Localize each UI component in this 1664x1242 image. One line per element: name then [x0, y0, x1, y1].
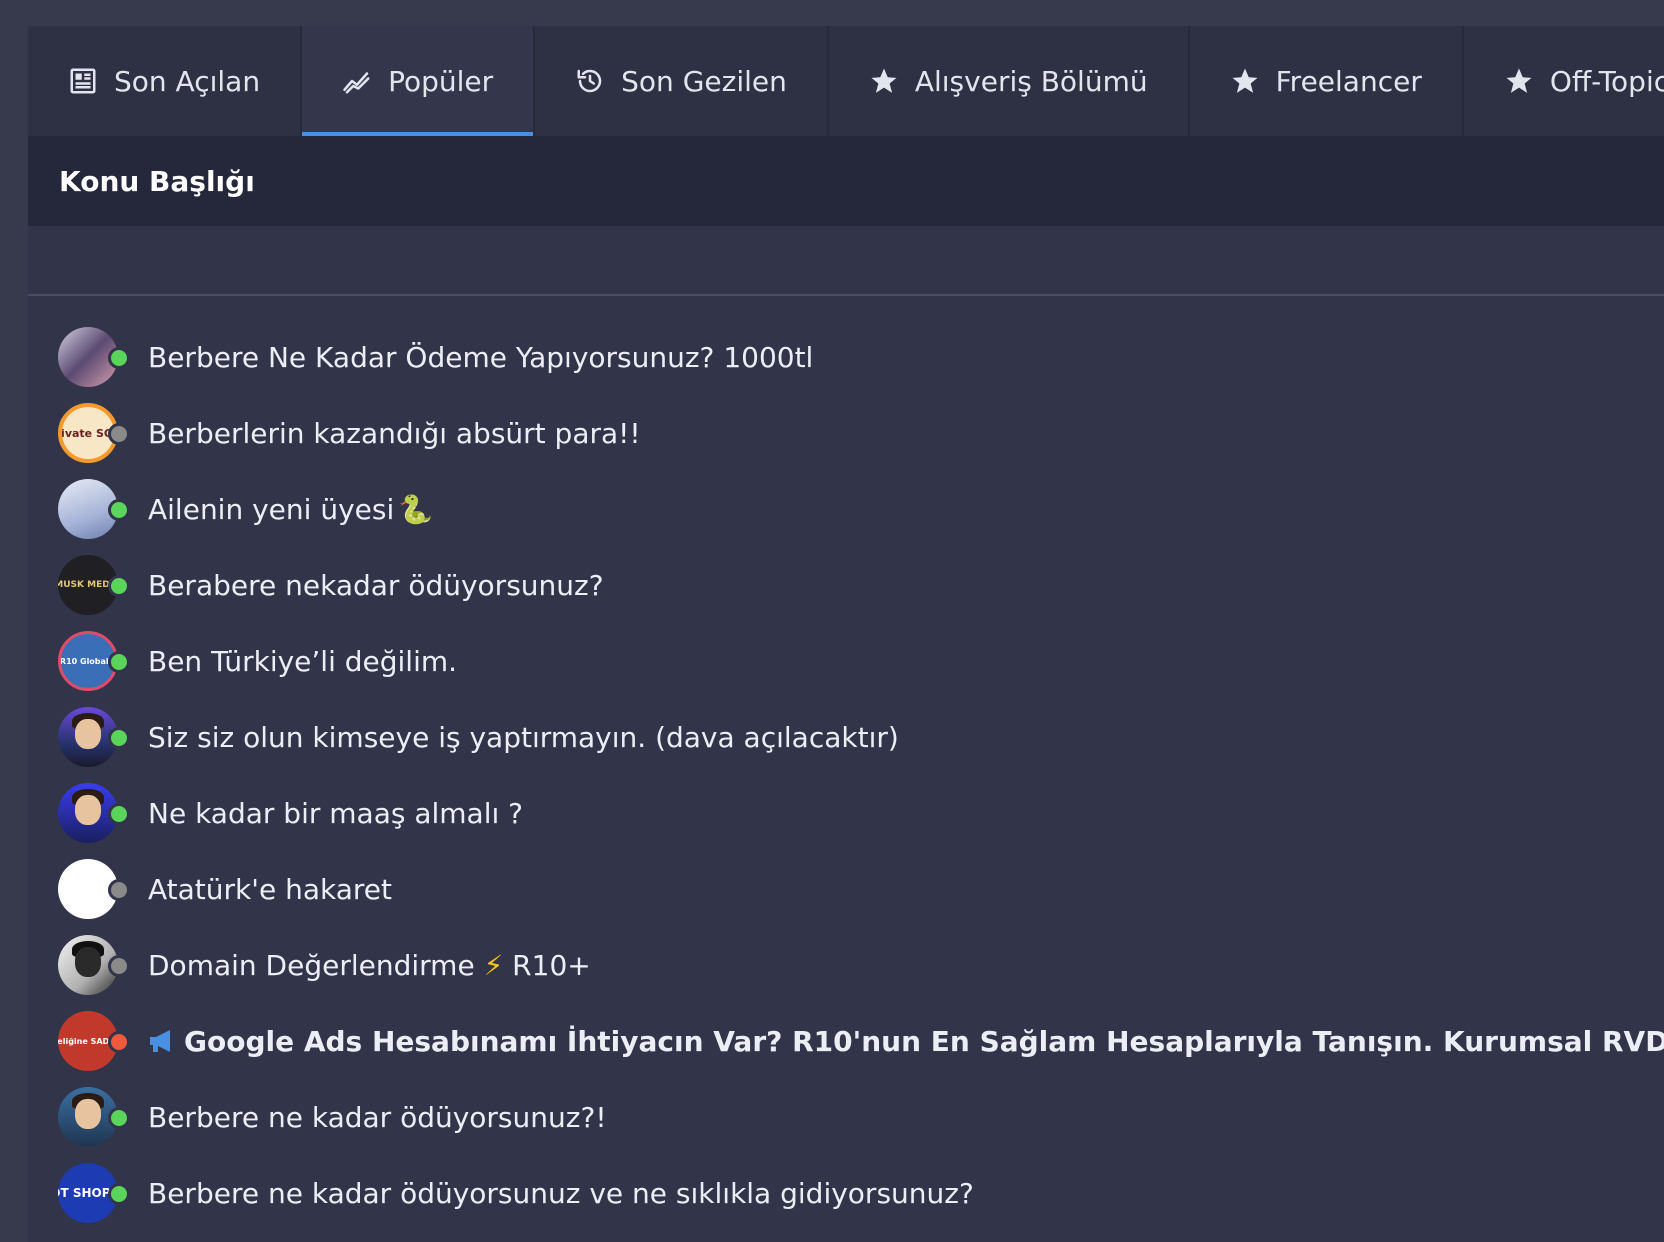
topic-link[interactable]: Ailenin yeni üyesi 🐍 — [148, 493, 433, 526]
avatar[interactable] — [58, 783, 130, 843]
newspaper-icon — [68, 66, 98, 96]
tab-populer[interactable]: Popüler — [302, 26, 536, 136]
list-item[interactable]: MUSK MEDYA Berabere nekadar ödüyorsunuz? — [28, 547, 1664, 623]
column-title: Konu Başlığı — [59, 164, 255, 198]
star-icon — [869, 66, 899, 96]
online-status-dot — [108, 1183, 130, 1205]
avatar[interactable]: Kısa Süreliğine SADECE 400TL — [58, 1011, 130, 1071]
topics-panel: Son Açılan Popüler Son Gezilen Alışveriş… — [28, 26, 1664, 1242]
table-header: Konu Başlığı — [28, 136, 1664, 226]
tab-label: Alışveriş Bölümü — [914, 64, 1148, 98]
avatar[interactable] — [58, 327, 130, 387]
offline-status-dot — [108, 955, 130, 977]
tab-alisveris-bolumu[interactable]: Alışveriş Bölümü — [829, 26, 1190, 136]
snake-emoji: 🐍 — [398, 492, 434, 526]
busy-status-dot — [108, 1031, 130, 1053]
history-icon — [575, 66, 605, 96]
list-item[interactable]: Domain Değerlendirme ⚡ R10+ — [28, 927, 1664, 1003]
online-status-dot — [108, 1107, 130, 1129]
topic-suffix: R10+ — [512, 948, 591, 982]
topic-title: Google Ads Hesabınamı İhtiyacın Var? R10… — [184, 1024, 1664, 1058]
online-status-dot — [108, 651, 130, 673]
tab-bar: Son Açılan Popüler Son Gezilen Alışveriş… — [28, 26, 1664, 136]
avatar[interactable] — [58, 935, 130, 995]
list-item[interactable]: Ailenin yeni üyesi 🐍 — [28, 471, 1664, 547]
online-status-dot — [108, 499, 130, 521]
avatar[interactable] — [58, 707, 130, 767]
avatar-face — [75, 947, 101, 977]
tab-label: Off-Topic — [1549, 64, 1664, 98]
topic-link[interactable]: Berbere Ne Kadar Ödeme Yapıyorsunuz? 100… — [148, 341, 813, 374]
tab-freelancer[interactable]: Freelancer — [1190, 26, 1464, 136]
topic-link[interactable]: Ne kadar bir maaş almalı ? — [148, 797, 523, 830]
topic-link[interactable]: Berberlerin kazandığı absürt para!! — [148, 417, 641, 450]
avatar[interactable] — [58, 479, 130, 539]
tab-son-gezilen[interactable]: Son Gezilen — [535, 26, 829, 136]
avatar-face — [75, 719, 101, 749]
promo-topic-link[interactable]: Google Ads Hesabınamı İhtiyacın Var? R10… — [148, 1025, 1664, 1058]
avatar[interactable]: R10 Globallz — [58, 631, 130, 691]
avatar[interactable] — [58, 1087, 130, 1147]
topic-title: Domain Değerlendirme — [148, 948, 475, 982]
tab-son-acilan[interactable]: Son Açılan — [28, 26, 303, 136]
topic-title: Ailenin yeni üyesi — [148, 492, 395, 526]
tab-label: Popüler — [388, 64, 494, 98]
avatar-face — [75, 795, 101, 825]
avatar[interactable]: private SOFT — [58, 403, 130, 463]
list-item[interactable]: Kısa Süreliğine SADECE 400TL Google Ads … — [28, 1003, 1664, 1079]
online-status-dot — [108, 347, 130, 369]
list-item[interactable]: Atatürk'e hakaret — [28, 851, 1664, 927]
list-item[interactable]: private SOFT Berberlerin kazandığı absür… — [28, 395, 1664, 471]
tab-label: Son Açılan — [114, 64, 261, 98]
tab-label: Freelancer — [1275, 64, 1422, 98]
list-item[interactable]: Ne kadar bir maaş almalı ? — [28, 775, 1664, 851]
topic-link[interactable]: Atatürk'e hakaret — [148, 873, 392, 906]
topic-link[interactable]: Siz siz olun kimseye iş yaptırmayın. (da… — [148, 721, 899, 754]
list-item[interactable]: Berbere Ne Kadar Ödeme Yapıyorsunuz? 100… — [28, 319, 1664, 395]
offline-status-dot — [108, 423, 130, 445]
topic-link[interactable]: Berabere nekadar ödüyorsunuz? — [148, 569, 604, 602]
topic-link[interactable]: Ben Türkiye’li değilim. — [148, 645, 457, 678]
online-status-dot — [108, 727, 130, 749]
tab-label: Son Gezilen — [621, 64, 787, 98]
online-status-dot — [108, 575, 130, 597]
avatar[interactable]: BOT SHOPING — [58, 1163, 130, 1223]
megaphone-icon — [150, 1029, 170, 1052]
header-spacer — [28, 226, 1664, 296]
list-item[interactable]: R10 Globallz Ben Türkiye’li değilim. — [28, 623, 1664, 699]
topic-list: Berbere Ne Kadar Ödeme Yapıyorsunuz? 100… — [28, 296, 1664, 1231]
trending-icon — [342, 66, 372, 96]
star-icon — [1230, 66, 1260, 96]
avatar-face — [75, 1099, 101, 1129]
topic-link[interactable]: Berbere ne kadar ödüyorsunuz?! — [148, 1101, 607, 1134]
list-item[interactable]: Berbere ne kadar ödüyorsunuz?! — [28, 1079, 1664, 1155]
topic-link[interactable]: Berbere ne kadar ödüyorsunuz ve ne sıklı… — [148, 1177, 974, 1210]
online-status-dot — [108, 803, 130, 825]
avatar[interactable] — [58, 859, 130, 919]
list-item[interactable]: BOT SHOPING Berbere ne kadar ödüyorsunuz… — [28, 1155, 1664, 1231]
avatar[interactable]: MUSK MEDYA — [58, 555, 130, 615]
star-icon — [1504, 66, 1534, 96]
tab-off-topic[interactable]: Off-Topic — [1464, 26, 1664, 136]
lightning-emoji: ⚡ — [483, 948, 504, 982]
topic-link[interactable]: Domain Değerlendirme ⚡ R10+ — [148, 949, 591, 982]
list-item[interactable]: Siz siz olun kimseye iş yaptırmayın. (da… — [28, 699, 1664, 775]
offline-status-dot — [108, 879, 130, 901]
